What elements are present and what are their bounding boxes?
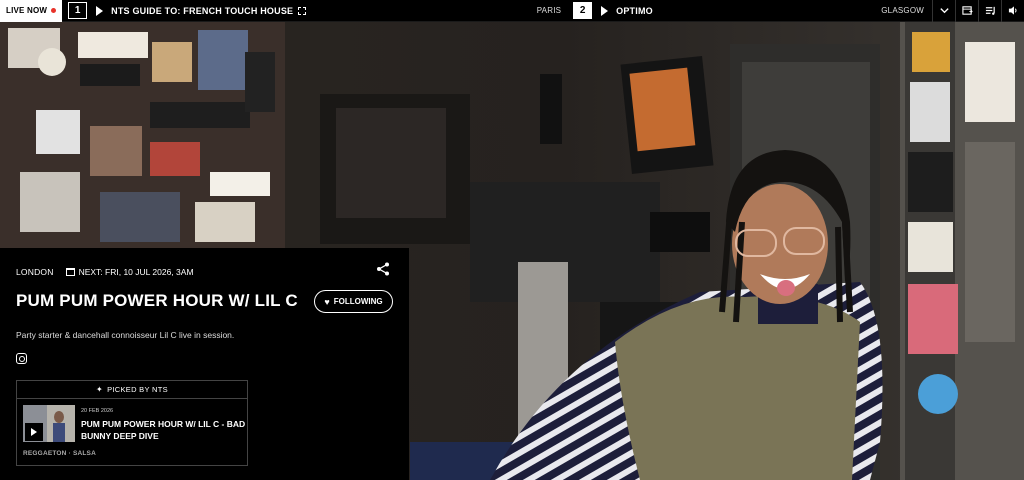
live-now-badge: LIVE NOW — [0, 0, 63, 22]
schedule-button[interactable] — [955, 0, 978, 22]
volume-button[interactable] — [1001, 0, 1024, 22]
expand-icon[interactable] — [298, 6, 307, 15]
episode-play-button[interactable] — [25, 423, 43, 441]
live-now-label: LIVE NOW — [6, 6, 48, 15]
episode-title[interactable]: PUM PUM POWER HOUR W/ LIL C - BAD BUNNY … — [81, 418, 246, 442]
channel-1-number[interactable]: 1 — [68, 2, 88, 19]
instagram-icon[interactable] — [16, 353, 27, 364]
playlist-icon — [985, 6, 995, 15]
share-icon[interactable] — [376, 262, 390, 276]
channel-1-location: PARIS — [536, 6, 562, 15]
channel-1-title[interactable]: NTS GUIDE TO: FRENCH TOUCH HOUSE — [111, 6, 293, 16]
picked-heading: ✦ PICKED BY NTS — [17, 381, 247, 399]
show-meta: LONDON NEXT: FRI, 10 JUL 2026, 3AM — [16, 267, 194, 277]
show-location: LONDON — [16, 267, 54, 277]
live-player-bar: LIVE NOW 1 NTS GUIDE TO: FRENCH TOUCH HO… — [0, 0, 1024, 22]
channel-1-play-icon[interactable] — [96, 5, 104, 16]
playlist-button[interactable] — [978, 0, 1001, 22]
channel-1[interactable]: 1 NTS GUIDE TO: FRENCH TOUCH HOUSE PARIS — [62, 2, 567, 19]
following-label: FOLLOWING — [333, 297, 383, 306]
channel-2-number[interactable]: 2 — [573, 2, 593, 19]
chevron-down-icon — [939, 8, 949, 14]
sparkle-icon: ✦ — [96, 385, 104, 394]
expand-player-button[interactable] — [932, 0, 955, 22]
live-dot-icon — [51, 8, 57, 13]
heart-icon: ♥ — [324, 296, 330, 307]
following-button[interactable]: ♥ FOLLOWING — [314, 290, 393, 313]
show-description: Party starter & dancehall connoisseur Li… — [16, 330, 235, 340]
picked-by-nts-card[interactable]: ✦ PICKED BY NTS 20 FEB 2026 PUM PUM POWE… — [16, 380, 248, 466]
schedule-icon — [961, 6, 973, 15]
calendar-icon — [65, 268, 75, 276]
episode-date: 20 FEB 2026 — [81, 408, 114, 414]
channel-2[interactable]: 2 OPTIMO GLASGOW — [567, 2, 932, 19]
channel-2-play-icon[interactable] — [601, 5, 609, 16]
episode-genres[interactable]: REGGAETON · SALSA — [23, 450, 96, 457]
episode-thumbnail[interactable] — [23, 405, 75, 442]
show-title: PUM PUM POWER HOUR W/ LIL C — [16, 291, 298, 310]
next-airing: NEXT: FRI, 10 JUL 2026, 3AM — [78, 267, 194, 277]
channel-2-title[interactable]: OPTIMO — [616, 6, 653, 16]
channel-2-location: GLASGOW — [881, 6, 924, 15]
play-icon — [31, 428, 37, 436]
picked-heading-label: PICKED BY NTS — [107, 385, 168, 394]
show-info-panel: LONDON NEXT: FRI, 10 JUL 2026, 3AM PUM P… — [0, 248, 409, 480]
volume-icon — [1008, 6, 1017, 15]
